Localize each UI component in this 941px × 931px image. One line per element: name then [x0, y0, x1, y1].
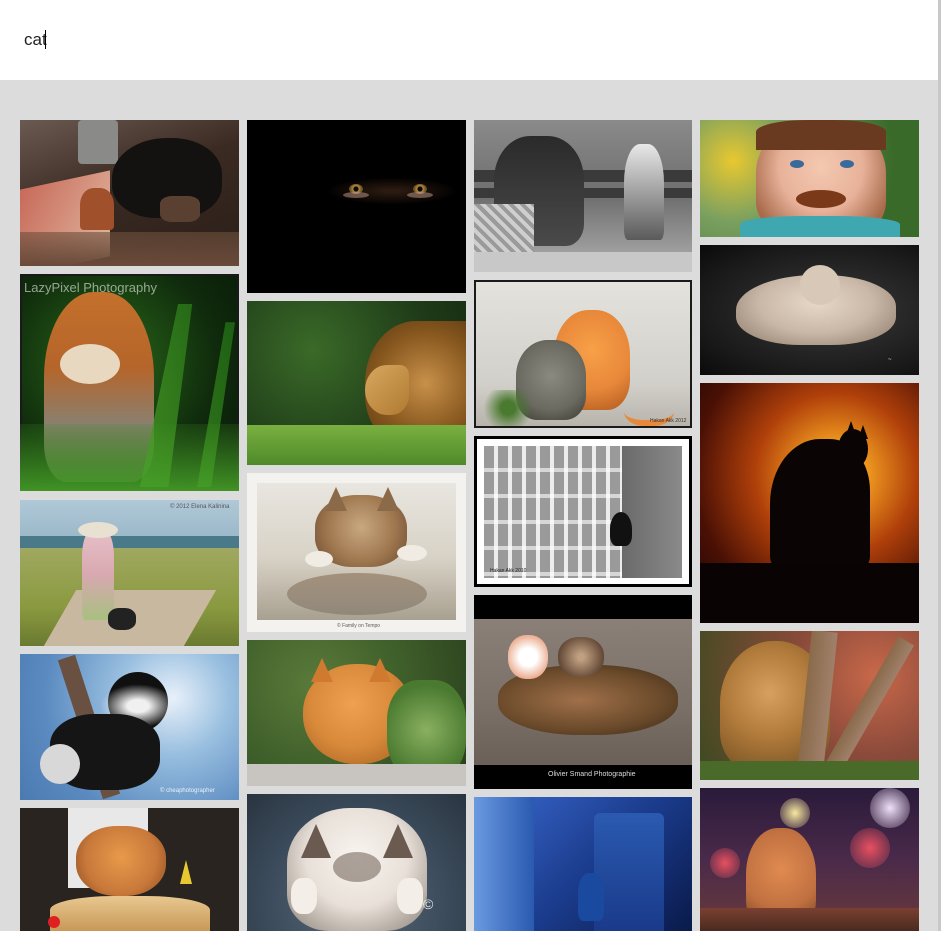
- image-result[interactable]: Olivier Smand Photographie: [474, 595, 692, 789]
- image-result[interactable]: ©: [247, 794, 466, 931]
- image-caption: Olivier Smand Photographie: [548, 771, 636, 778]
- image-result[interactable]: LazyPixel Photography: [20, 274, 239, 491]
- image-caption: Hakan Akk 2010: [490, 568, 527, 574]
- image-result[interactable]: [20, 808, 239, 931]
- image-caption: © cheaphotographer: [160, 788, 215, 794]
- image-result[interactable]: [700, 120, 919, 237]
- image-caption: ©: [423, 896, 434, 912]
- search-input[interactable]: [24, 26, 904, 54]
- image-result[interactable]: [474, 797, 692, 931]
- image-results-grid: LazyPixel Photography © 2012 Elena Kalin…: [0, 80, 938, 931]
- image-result[interactable]: Hakan Akk 2010: [474, 436, 692, 587]
- image-result[interactable]: ~: [700, 245, 919, 375]
- image-signature: ~: [888, 357, 892, 363]
- image-result[interactable]: © Family on Tempo: [247, 473, 466, 632]
- image-caption: © Family on Tempo: [337, 623, 381, 629]
- image-result[interactable]: [700, 631, 919, 780]
- image-result[interactable]: [247, 120, 466, 293]
- image-result[interactable]: © 2012 Elena Kalinina: [20, 500, 239, 646]
- image-result[interactable]: [20, 120, 239, 266]
- image-result[interactable]: [474, 120, 692, 272]
- image-result[interactable]: [247, 640, 466, 786]
- image-caption: © 2012 Elena Kalinina: [170, 504, 230, 510]
- image-watermark: LazyPixel Photography: [24, 280, 157, 295]
- image-result[interactable]: [247, 301, 466, 465]
- text-caret: [45, 30, 46, 49]
- image-result[interactable]: Hakan Akk 2012: [474, 280, 692, 428]
- image-result[interactable]: [700, 383, 919, 623]
- image-result[interactable]: [700, 788, 919, 931]
- search-bar: [0, 0, 938, 80]
- image-caption: Hakan Akk 2012: [650, 418, 687, 424]
- image-result[interactable]: © cheaphotographer: [20, 654, 239, 800]
